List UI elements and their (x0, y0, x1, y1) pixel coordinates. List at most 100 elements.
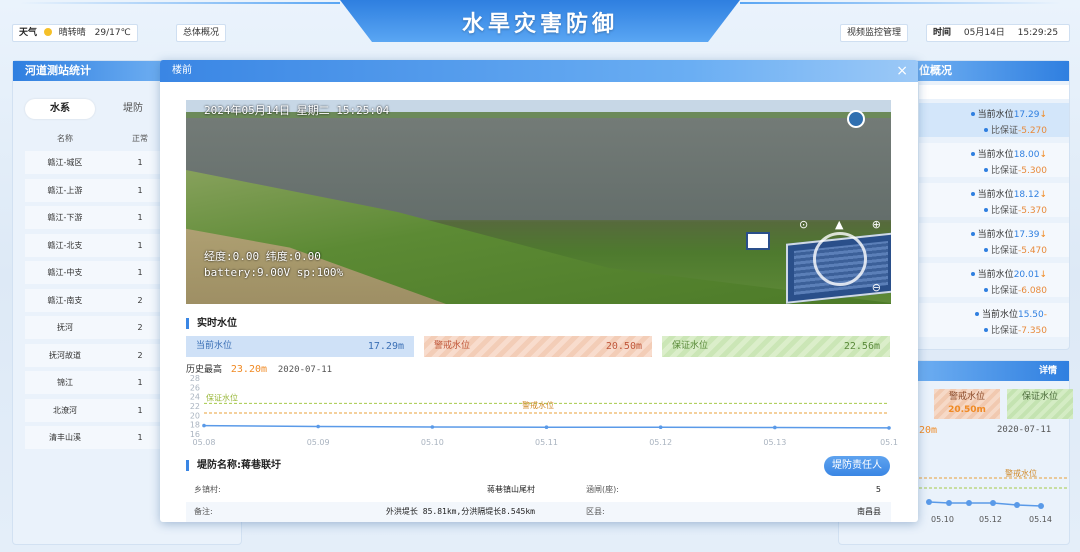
y-tick-label: 22 (190, 402, 200, 411)
diff-value: -5.300 (1017, 166, 1047, 176)
table-row[interactable]: 抚河故道 2 (25, 343, 175, 367)
hist-value-fragment: 20m (919, 425, 938, 436)
zoom-minus-icon[interactable]: ⊖ (872, 281, 881, 294)
current-label: 当前水位 (977, 150, 1014, 160)
level-item[interactable]: 当前水位17.29↓ 比保证-5.270 (919, 103, 1069, 137)
level-current: 当前水位20.01↓ (970, 267, 1047, 280)
current-value: 17.29 (1013, 110, 1040, 120)
table-row[interactable]: 清丰山溪 1 (25, 426, 175, 449)
page-title: 水旱灾害防御 (461, 12, 618, 37)
overview-button[interactable]: 总体概况 (176, 24, 227, 42)
trend-arrow-icon: ↓ (1039, 270, 1047, 280)
duty-person-button[interactable]: 堤防责任人 (824, 456, 890, 476)
ptz-up-icon[interactable]: ▲ (835, 218, 843, 231)
info-key: 区县: (586, 507, 605, 516)
info-row: 备注: 外洪堤长 85.81km,分洪隔堤长8.545km 区县: 南昌县 (186, 502, 891, 522)
current-label: 当前水位 (977, 110, 1014, 120)
guard-label: 比保证 (990, 206, 1018, 216)
x-tick-label: 05.12 (649, 438, 672, 447)
warn-level-box: 警戒水位 20.50m (934, 389, 1000, 419)
level-diff: 比保证-5.300 (983, 163, 1047, 176)
x-tick: 05.10 (931, 515, 954, 524)
y-tick-label: 24 (190, 393, 200, 402)
weather-widget: 天气 晴转晴 29/17℃ (12, 24, 138, 42)
data-point (544, 425, 549, 430)
x-tick-label: 05.11 (535, 438, 558, 447)
level-item[interactable]: 当前水位18.12↓ 比保证-5.370 (919, 183, 1069, 217)
info-key: 备注: (194, 507, 213, 516)
panel-search-bar[interactable] (919, 85, 1069, 99)
guard-label: 比保证 (990, 246, 1018, 256)
level-item[interactable]: 当前水位17.39↓ 比保证-5.470 (919, 223, 1069, 257)
station-name: 抚河故道 (49, 350, 81, 360)
weather-text: 晴转晴 (58, 28, 86, 38)
station-name: 赣江-北支 (47, 240, 83, 250)
ptz-ring[interactable] (813, 232, 867, 286)
header-decoration-right (740, 2, 1060, 4)
table-row[interactable]: 抚河 2 (25, 316, 175, 339)
current-level-value: 17.29m (367, 341, 404, 352)
table-row[interactable]: 赣江-下游 1 (25, 206, 175, 229)
reference-line-label: 警戒水位 (522, 400, 554, 410)
data-point (430, 425, 435, 429)
warn-level-value: 20.50m (948, 405, 986, 415)
guard-label: 比保证 (990, 286, 1018, 296)
station-name: 抚河 (57, 323, 73, 332)
guard-label: 比保证 (990, 326, 1018, 336)
dot-icon (983, 288, 988, 292)
current-level-label: 当前水位 (196, 341, 233, 351)
level-item[interactable]: 当前水位20.01↓ 比保证-6.080 (919, 263, 1069, 297)
tab-water-system[interactable]: 水系 (25, 99, 95, 119)
current-label: 当前水位 (977, 270, 1014, 280)
station-name: 赣江-南支 (47, 295, 83, 305)
level-item[interactable]: 当前水位15.50- 比保证-7.350 (919, 303, 1069, 337)
table-row[interactable]: 赣江-中支 1 (25, 261, 175, 284)
level-current: 当前水位17.29↓ (970, 107, 1047, 120)
warn-level-label: 警戒水位 (948, 392, 985, 402)
table-row[interactable]: 赣江-南支 2 (25, 288, 175, 312)
level-item[interactable]: 当前水位18.00↓ 比保证-5.300 (919, 143, 1069, 177)
zoom-in-icon[interactable]: ⊕ (872, 218, 881, 231)
current-level-box: 当前水位 17.29m (186, 336, 414, 357)
table-row[interactable]: 北潦河 1 (25, 398, 175, 422)
data-point (887, 426, 891, 430)
level-current: 当前水位17.39↓ (970, 227, 1047, 240)
zoom-out-icon[interactable]: ⊙ (799, 218, 808, 231)
top-bar: 水旱灾害防御 天气 晴转晴 29/17℃ 总体概况 视频监控管理 时间 05月1… (0, 0, 1080, 60)
table-row[interactable]: 赣江-上游 1 (25, 178, 175, 202)
x-tick-label: 05.09 (307, 438, 330, 447)
y-tick-label: 26 (190, 383, 200, 392)
camera-icon[interactable] (847, 110, 865, 128)
mini-point (1038, 503, 1044, 509)
video-monitor-button[interactable]: 视频监控管理 (840, 24, 909, 42)
current-label: 当前水位 (977, 190, 1014, 200)
table-row[interactable]: 赣江-北支 1 (25, 233, 175, 257)
guard-label: 比保证 (990, 166, 1018, 176)
info-key: 涵闸(座): (586, 485, 619, 494)
station-name: 锦江 (57, 378, 73, 387)
x-tick: 05.12 (979, 515, 1002, 524)
data-point (658, 425, 663, 430)
info-value: 蒋巷镇山尾村 (487, 485, 535, 494)
guard-level-value: 22.56m (843, 341, 880, 352)
tab-dike[interactable]: 堤防 (103, 99, 163, 119)
current-value: 20.01 (1013, 270, 1040, 280)
table-row[interactable]: 赣江-城区 1 (25, 151, 175, 174)
info-value: 南昌县 (857, 507, 881, 516)
ptz-control[interactable]: ▲ ⊙ ⊕ ⊖ (799, 218, 881, 300)
x-tick: 05.14 (1029, 515, 1052, 524)
hist-date: 2020-07-11 (997, 425, 1052, 435)
dike-title: 堤防名称:蒋巷联圩 (186, 460, 281, 471)
current-value: 15.50 (1017, 310, 1044, 320)
table-row[interactable]: 锦江 1 (25, 371, 175, 394)
mini-series-line (928, 501, 1042, 507)
level-diff: 比保证-5.470 (983, 243, 1047, 256)
info-value: 5 (875, 485, 881, 494)
table-header: 名称 正常 (25, 133, 175, 151)
close-icon[interactable]: × (896, 60, 908, 82)
info-value: 外洪堤长 85.81km,分洪隔堤长8.545km (385, 507, 535, 516)
video-feed[interactable]: 2024年05月14日 星期二 15:25:04 经度:0.00 纬度:0.00… (186, 100, 891, 304)
mini-point (926, 499, 932, 505)
trend-arrow-icon: - (1043, 310, 1047, 320)
diff-value: -6.080 (1017, 286, 1047, 296)
